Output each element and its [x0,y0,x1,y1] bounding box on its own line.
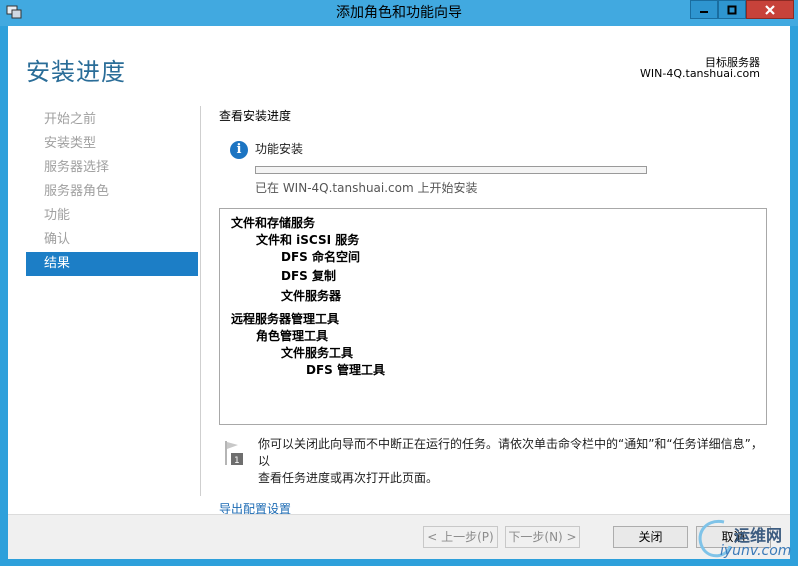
watermark-logo: 运维网 iyunv.com [694,516,794,564]
maximize-button[interactable] [718,0,746,19]
list-item: 文件和 iSCSI 服务 [256,233,360,247]
list-item: 文件和存储服务 [231,216,316,230]
status-label: 功能安装 [255,142,304,156]
previous-button[interactable]: < 上一步(P) [423,526,498,548]
nav-item-results[interactable]: 结果 [26,252,198,276]
nav-item-confirmation: 确认 [44,232,71,247]
list-item: 文件服务器 [281,289,342,303]
maximize-icon [727,5,737,14]
status-text: 已在 WIN-4Q.tanshuai.com 上开始安装 [255,181,478,195]
nav-item-installation-type: 安装类型 [44,136,97,151]
close-wizard-note: 你可以关闭此向导而不中断正在运行的任务。请依次单击命令栏中的“通知”和“任务详细… [258,436,772,487]
nav-item-features: 功能 [44,208,71,223]
note-line-2: 查看任务进度或再次打开此页面。 [258,471,439,485]
results-list[interactable]: 文件和存储服务 文件和 iSCSI 服务 DFS 命名空间 DFS 复制 文件服… [219,208,767,425]
info-icon: i [230,141,248,159]
nav-item-server-selection: 服务器选择 [44,160,110,175]
list-item: DFS 管理工具 [306,363,385,377]
watermark-en: iyunv.com [720,543,792,559]
close-icon [765,4,775,15]
list-item: 远程服务器管理工具 [231,312,340,326]
svg-text:1: 1 [234,456,240,466]
window-title: 添加角色和功能向导 [336,5,462,21]
list-item: 角色管理工具 [256,329,329,343]
minimize-icon [700,10,708,13]
list-item: DFS 复制 [281,269,336,283]
content-title: 查看安装进度 [219,109,292,123]
page-title: 安装进度 [26,58,126,86]
list-item: DFS 命名空间 [281,250,360,264]
title-bar[interactable]: 添加角色和功能向导 [0,0,798,26]
wizard-body: 安装进度 目标服务器 WIN-4Q.tanshuai.com 开始之前 安装类型… [8,26,790,559]
close-button[interactable]: 关闭 [613,526,688,548]
nav-divider [200,106,201,496]
list-item: 文件服务工具 [281,346,354,360]
button-bar: < 上一步(P) 下一步(N) > 关闭 取消 [8,514,790,559]
note-line-1: 你可以关闭此向导而不中断正在运行的任务。请依次单击命令栏中的“通知”和“任务详细… [258,437,763,468]
nav-item-server-roles: 服务器角色 [44,184,110,199]
next-button[interactable]: 下一步(N) > [505,526,580,548]
progress-bar [255,166,647,174]
flag-icon: 1 [225,441,243,466]
wizard-nav: 开始之前 安装类型 服务器选择 服务器角色 功能 确认 结果 [26,108,198,276]
close-window-button[interactable] [746,0,794,19]
nav-item-before-you-begin: 开始之前 [44,112,97,127]
minimize-button[interactable] [690,0,718,19]
destination-server-value: WIN-4Q.tanshuai.com [640,67,760,80]
